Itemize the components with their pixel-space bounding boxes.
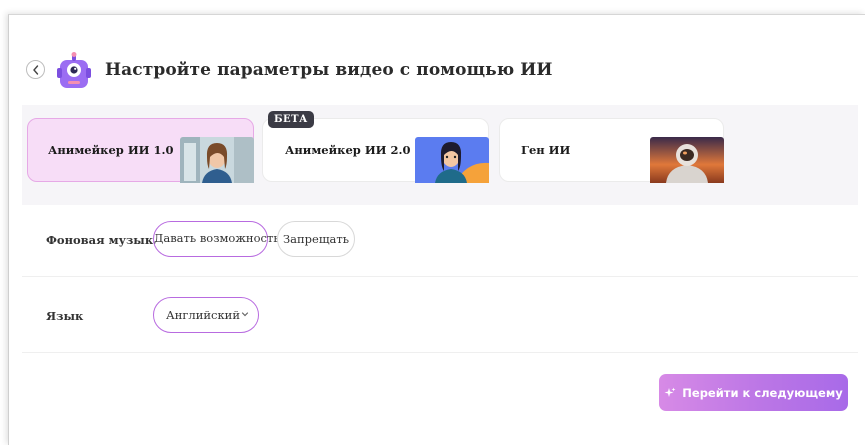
divider [22,276,858,277]
model-card-animaker-ai-1[interactable]: Анимейкер ИИ 1.0 [27,118,254,183]
music-disable-option[interactable]: Запрещать [277,221,355,257]
chevron-down-icon [241,312,249,317]
divider [22,352,858,353]
cartoon-woman-thumbnail [415,137,489,183]
astronaut-thumbnail [650,137,724,183]
beta-badge: БЕТА [268,111,314,128]
language-label: Язык [46,309,84,323]
music-enable-option[interactable]: Давать возможность [153,221,280,257]
woman-in-office-thumbnail [180,137,254,183]
language-select[interactable]: Английский [153,297,259,333]
page-title: Настройте параметры видео с помощью ИИ [105,60,553,80]
model-label: Ген ИИ [521,143,571,157]
model-label: Анимейкер ИИ 1.0 [48,143,174,157]
robot-mascot-icon [57,52,91,88]
model-card-gen-ai[interactable]: Ген ИИ [499,118,724,183]
model-label: Анимейкер ИИ 2.0 [285,143,411,157]
next-step-label: Перейти к следующему [682,385,843,400]
back-button[interactable] [26,60,45,79]
background-music-label: Фоновая музыка [46,233,161,247]
chevron-left-icon [32,64,38,75]
sparkle-icon [664,387,676,397]
language-value: Английский [166,308,240,322]
next-step-button[interactable]: Перейти к следующему [659,374,848,411]
